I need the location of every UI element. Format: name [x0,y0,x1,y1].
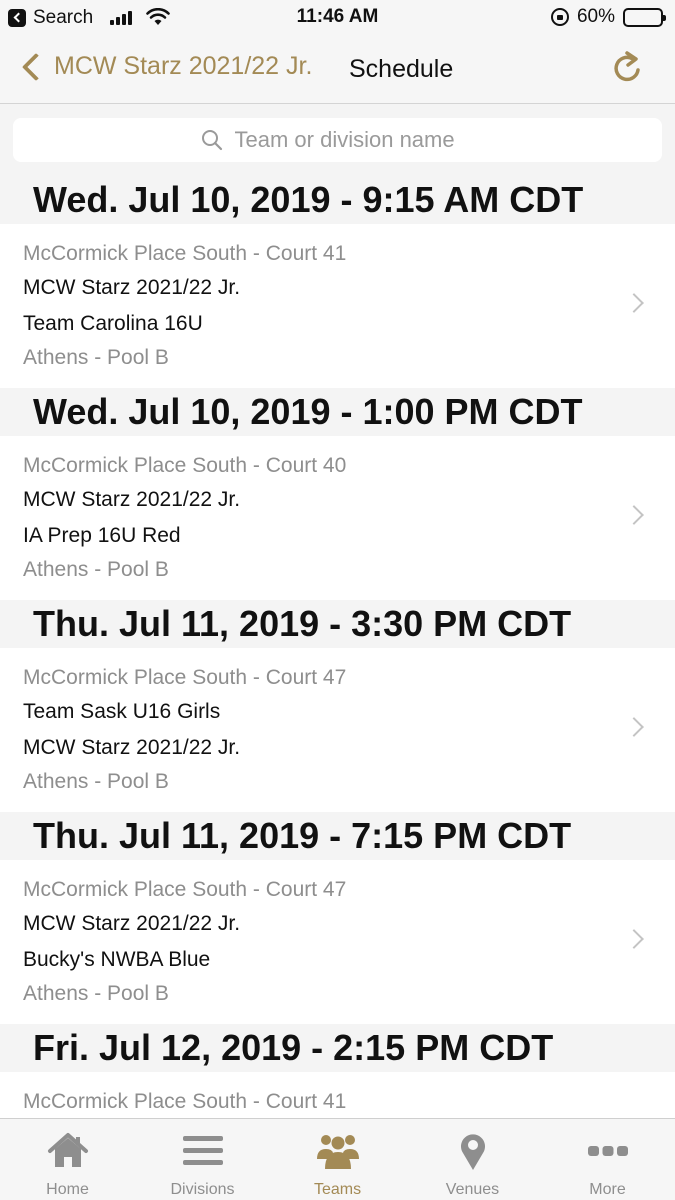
chevron-left-icon [21,52,51,81]
game-row[interactable]: McCormick Place South - Court 40 MCW Sta… [0,436,675,600]
game-team-2: IA Prep 16U Red [23,524,181,547]
back-button[interactable]: MCW Starz 2021/22 Jr. [18,52,312,81]
chevron-right-icon [624,293,644,313]
battery-icon [623,7,666,27]
navigation-bar: MCW Starz 2021/22 Jr. Schedule [0,34,675,104]
tab-more[interactable]: More [540,1119,675,1200]
game-team-1: MCW Starz 2021/22 Jr. [23,912,241,935]
tab-label: Venues [445,1181,500,1198]
tab-label: Home [46,1181,89,1198]
battery-percent: 60% [576,6,615,27]
date-header: Wed. Jul 10, 2019 - 1:00 PM CDT [0,388,675,436]
tab-venues[interactable]: Venues [405,1119,540,1200]
status-bar: Search 11:46 AM 60% [0,0,675,34]
tab-bar: Home Divisions Teams Venues More [0,1118,675,1200]
game-venue: McCormick Place South - Court 47 [23,878,347,901]
game-row[interactable]: McCormick Place South - Court 41 MCW Sta… [0,224,675,388]
tab-teams[interactable]: Teams [270,1119,405,1200]
game-venue: McCormick Place South - Court 40 [23,454,347,477]
game-venue: McCormick Place South - Court 41 [23,242,347,265]
people-icon [316,1135,359,1169]
search-icon [201,130,222,151]
tab-label: Divisions [170,1181,235,1198]
game-division: Athens - Pool B [23,346,169,369]
date-header: Thu. Jul 11, 2019 - 7:15 PM CDT [0,812,675,860]
schedule-list: Wed. Jul 10, 2019 - 9:15 AM CDT McCormic… [0,176,675,1120]
game-division: Athens - Pool B [23,558,169,581]
game-team-1: Team Sask U16 Girls [23,700,221,723]
game-venue: McCormick Place South - Court 47 [23,666,347,689]
chevron-right-icon [624,717,644,737]
orientation-lock-icon [550,8,569,26]
game-team-2: Bucky's NWBA Blue [23,948,211,971]
search-input[interactable] [234,127,475,153]
game-venue: McCormick Place South - Court 41 [23,1090,347,1113]
game-division: Athens - Pool B [23,770,169,793]
chevron-right-icon [624,505,644,525]
date-header: Thu. Jul 11, 2019 - 3:30 PM CDT [0,600,675,648]
date-header: Fri. Jul 12, 2019 - 2:15 PM CDT [0,1024,675,1072]
refresh-icon[interactable] [611,51,645,85]
game-row[interactable]: McCormick Place South - Court 47 MCW Sta… [0,860,675,1024]
game-team-1: MCW Starz 2021/22 Jr. [23,488,241,511]
tab-divisions[interactable]: Divisions [135,1119,270,1200]
tab-home[interactable]: Home [0,1119,135,1200]
list-icon [182,1136,223,1165]
tab-label: More [589,1181,626,1198]
back-button-label: MCW Starz 2021/22 Jr. [54,52,313,80]
map-pin-icon [460,1134,485,1170]
game-row[interactable]: McCormick Place South - Court 47 Team Sa… [0,648,675,812]
search-bar[interactable] [13,118,662,162]
game-team-2: Team Carolina 16U [23,312,203,335]
game-team-2: MCW Starz 2021/22 Jr. [23,736,241,759]
date-header: Wed. Jul 10, 2019 - 9:15 AM CDT [0,176,675,224]
tab-label: Teams [313,1181,362,1198]
game-team-1: MCW Starz 2021/22 Jr. [23,276,241,299]
chevron-right-icon [624,929,644,949]
home-icon [47,1133,88,1167]
more-icon [587,1146,628,1156]
game-division: Athens - Pool B [23,982,169,1005]
game-row[interactable]: McCormick Place South - Court 41 [0,1072,675,1120]
page-title: Schedule [349,55,454,83]
